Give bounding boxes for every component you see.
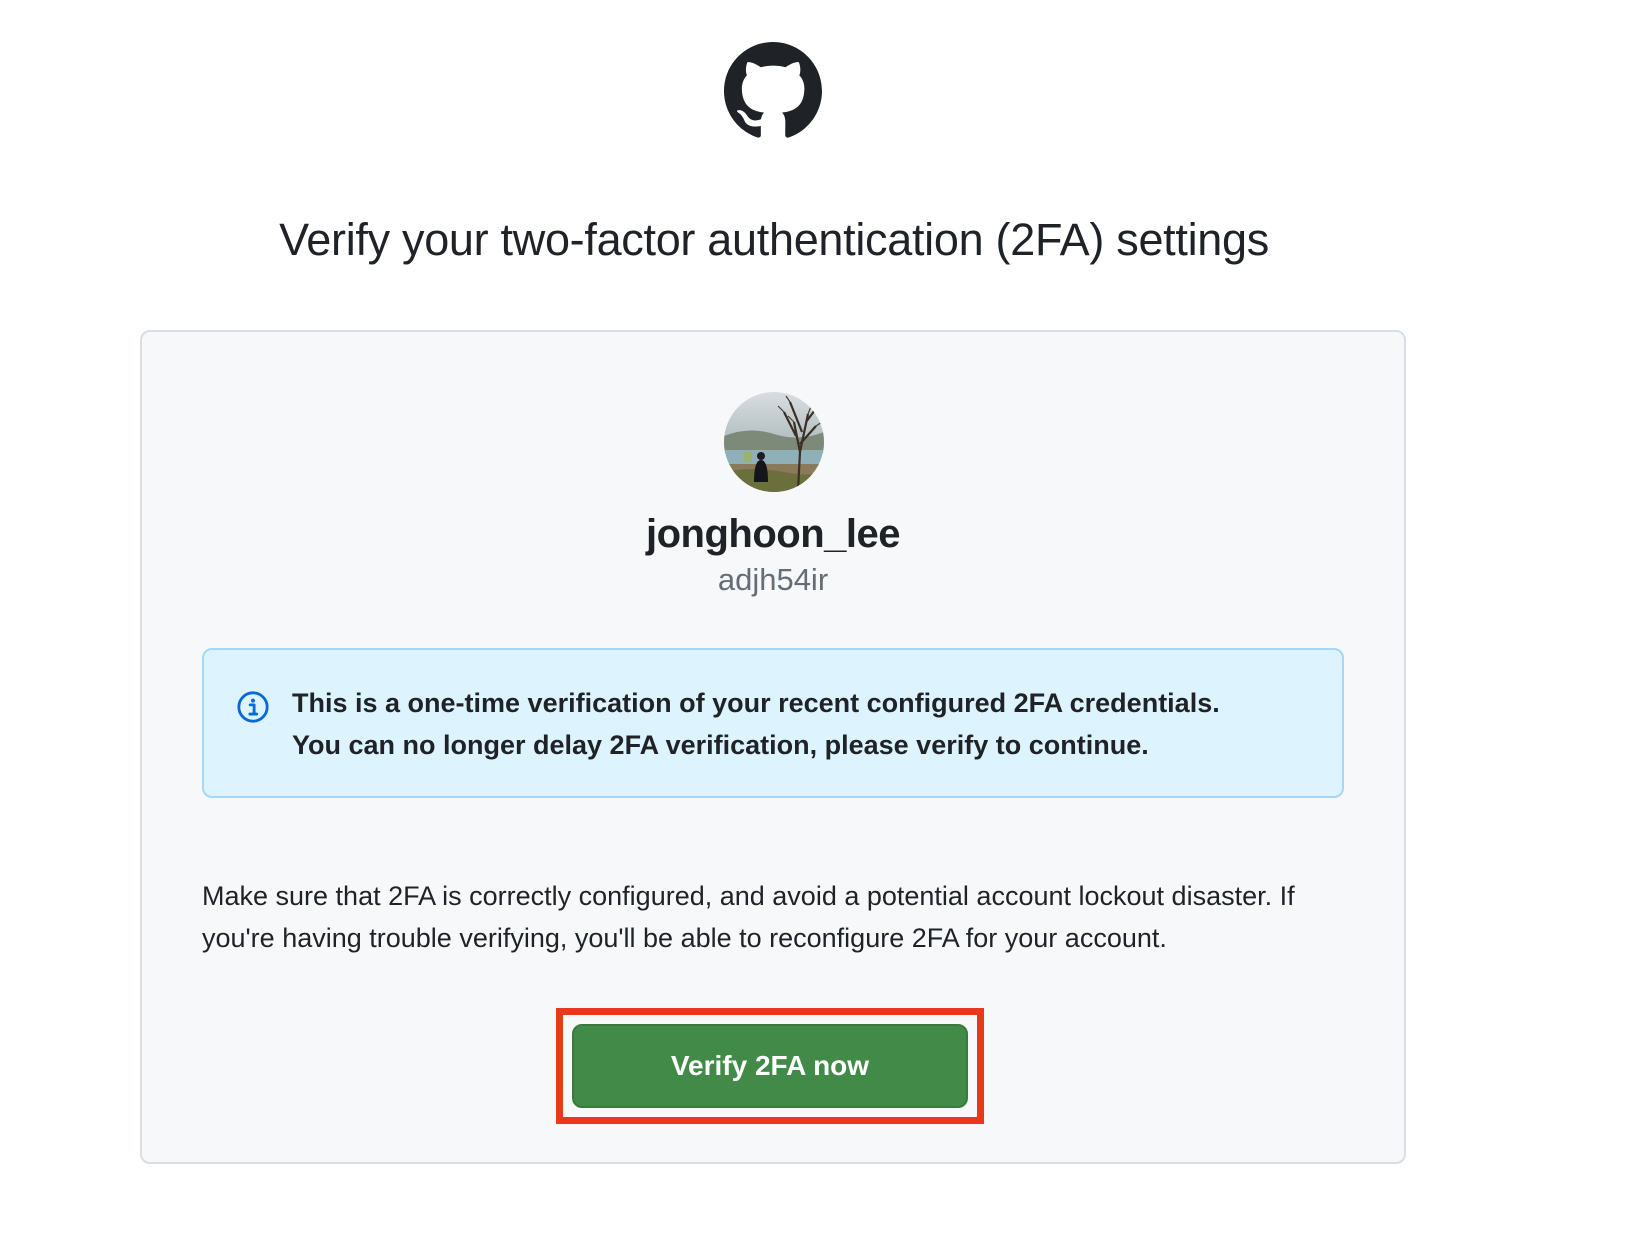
verification-card: jonghoon_lee adjh54ir This is a one-time… (140, 330, 1406, 1164)
notice-line-1: This is a one-time verification of your … (292, 688, 1220, 718)
github-logo-icon (724, 42, 822, 140)
info-notice: This is a one-time verification of your … (202, 648, 1344, 798)
notice-message: This is a one-time verification of your … (292, 682, 1322, 766)
verify-2fa-button[interactable]: Verify 2FA now (572, 1024, 968, 1108)
notice-line-2: You can no longer delay 2FA verification… (292, 730, 1149, 760)
display-name: jonghoon_lee (646, 512, 901, 556)
page-title: Verify your two-factor authentication (2… (279, 214, 1269, 265)
description-text: Make sure that 2FA is correctly configur… (202, 881, 1295, 953)
avatar (724, 392, 824, 492)
info-icon (236, 690, 270, 724)
login-name: adjh54ir (717, 562, 829, 597)
page: Verify your two-factor authentication (2… (0, 0, 1638, 1238)
